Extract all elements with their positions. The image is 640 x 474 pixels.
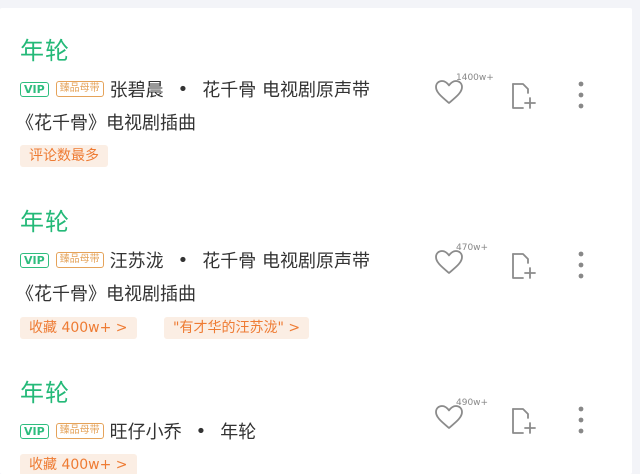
tag-comments[interactable]: 评论数最多 — [20, 145, 108, 167]
artist-name[interactable]: 张碧晨 — [110, 76, 164, 102]
album-name[interactable]: 花千骨 电视剧原声带 — [202, 247, 370, 273]
artist-name[interactable]: 汪苏泷 — [110, 247, 164, 273]
like-button[interactable]: 490w+ — [434, 398, 494, 438]
tag-favorites[interactable]: 收藏 400w+ > — [20, 454, 137, 474]
add-to-playlist-button[interactable] — [510, 251, 540, 283]
song-description: 《花千骨》电视剧插曲 — [16, 113, 196, 134]
like-count: 490w+ — [456, 398, 489, 408]
meta-separator: • — [195, 420, 207, 442]
song-description: 《花千骨》电视剧插曲 — [16, 284, 196, 305]
song-title[interactable]: 年轮 — [20, 207, 70, 237]
song-item[interactable]: 年轮 VIP 臻品母带 张碧晨 • 花千骨 电视剧原声带 《花千骨》电视剧插曲 … — [0, 36, 632, 176]
vip-badge: VIP — [20, 423, 49, 439]
add-to-playlist-button[interactable] — [510, 81, 540, 113]
vertical-dots-icon — [578, 251, 584, 279]
song-title[interactable]: 年轮 — [20, 378, 70, 408]
add-to-playlist-button[interactable] — [510, 406, 540, 438]
song-item[interactable]: 年轮 VIP 臻品母带 汪苏泷 • 花千骨 电视剧原声带 《花千骨》电视剧插曲 … — [0, 207, 632, 347]
quality-badge: 臻品母带 — [55, 252, 104, 268]
add-to-playlist-icon — [512, 253, 536, 279]
meta-separator: • — [177, 249, 189, 271]
tag-favorites[interactable]: 收藏 400w+ > — [20, 317, 137, 339]
like-button[interactable]: 470w+ — [434, 243, 494, 283]
album-name[interactable]: 花千骨 电视剧原声带 — [202, 76, 370, 102]
vertical-dots-icon — [578, 406, 584, 434]
artist-name[interactable]: 旺仔小乔 — [110, 418, 182, 444]
song-item[interactable]: 年轮 VIP 臻品母带 旺仔小乔 • 年轮 收藏 400w+ > 490w+ — [0, 378, 632, 474]
tag-playlist[interactable]: "有才华的汪苏泷" > — [164, 317, 310, 339]
vertical-dots-icon — [578, 81, 584, 109]
add-to-playlist-icon — [512, 408, 536, 434]
more-options-button[interactable] — [566, 250, 596, 282]
song-meta: VIP 臻品母带 张碧晨 • 花千骨 电视剧原声带 — [20, 76, 370, 102]
like-count: 470w+ — [456, 243, 489, 253]
song-title[interactable]: 年轮 — [20, 36, 70, 66]
more-options-button[interactable] — [566, 405, 596, 437]
song-list: 年轮 VIP 臻品母带 张碧晨 • 花千骨 电视剧原声带 《花千骨》电视剧插曲 … — [0, 8, 632, 474]
song-meta: VIP 臻品母带 汪苏泷 • 花千骨 电视剧原声带 — [20, 247, 370, 273]
add-to-playlist-icon — [512, 83, 536, 109]
more-options-button[interactable] — [566, 80, 596, 112]
vip-badge: VIP — [20, 252, 49, 268]
song-meta: VIP 臻品母带 旺仔小乔 • 年轮 — [20, 418, 256, 444]
quality-badge: 臻品母带 — [55, 423, 104, 439]
like-button[interactable]: 1400w+ — [434, 73, 494, 113]
like-count: 1400w+ — [456, 73, 494, 83]
quality-badge: 臻品母带 — [55, 81, 104, 97]
album-name[interactable]: 年轮 — [220, 418, 256, 444]
vip-badge: VIP — [20, 81, 49, 97]
meta-separator: • — [177, 78, 189, 100]
